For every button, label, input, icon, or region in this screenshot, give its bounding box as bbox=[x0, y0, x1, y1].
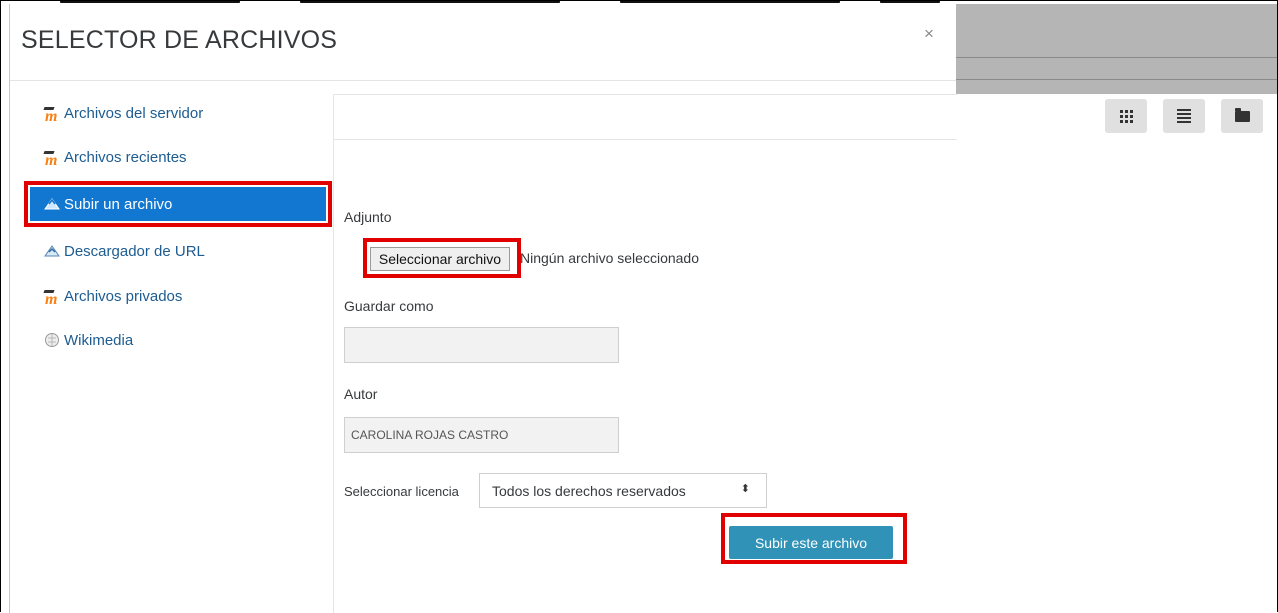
file-picker-dialog: SELECTOR DE ARCHIVOS × m Archivos del se… bbox=[9, 4, 1263, 613]
sidebar-item-label: Subir un archivo bbox=[64, 195, 173, 213]
sidebar-item-upload-file[interactable]: Subir un archivo bbox=[30, 187, 326, 221]
dialog-title: SELECTOR DE ARCHIVOS bbox=[21, 26, 338, 54]
url-download-icon bbox=[44, 243, 62, 259]
upload-icon bbox=[44, 196, 62, 212]
author-input[interactable]: CAROLINA ROJAS CASTRO bbox=[344, 417, 619, 453]
upload-file-button[interactable]: Subir este archivo bbox=[729, 526, 893, 559]
list-view-button[interactable] bbox=[1163, 99, 1205, 133]
select-arrows-icon: ⬍ bbox=[740, 483, 750, 495]
sidebar-item-server-files[interactable]: m Archivos del servidor bbox=[43, 102, 204, 125]
repository-sidebar: m Archivos del servidor m Archivos recie… bbox=[10, 81, 333, 613]
sidebar-item-label: Archivos del servidor bbox=[64, 104, 204, 122]
moodle-icon: m bbox=[43, 107, 58, 125]
grid-view-icon bbox=[1119, 109, 1133, 123]
folder-view-icon bbox=[1234, 107, 1250, 122]
background-page bbox=[955, 4, 1278, 613]
wikimedia-icon bbox=[44, 332, 62, 348]
dialog-header: SELECTOR DE ARCHIVOS × bbox=[10, 4, 956, 81]
grid-view-button[interactable] bbox=[1105, 99, 1147, 133]
sidebar-item-label: Archivos recientes bbox=[64, 148, 187, 166]
sidebar-item-label: Wikimedia bbox=[64, 331, 134, 349]
save-as-label: Guardar como bbox=[344, 298, 434, 314]
moodle-icon: m bbox=[43, 151, 58, 169]
license-select-value: Todos los derechos reservados bbox=[492, 482, 686, 499]
save-as-input[interactable] bbox=[344, 327, 619, 363]
author-label: Autor bbox=[344, 386, 378, 402]
sidebar-item-private-files[interactable]: m Archivos privados bbox=[43, 285, 183, 308]
choose-file-button[interactable]: Seleccionar archivo bbox=[370, 247, 510, 271]
file-status-text: Ningún archivo seleccionado bbox=[520, 250, 699, 266]
view-toolbar bbox=[334, 94, 1263, 140]
license-select[interactable]: Todos los derechos reservados ⬍ bbox=[479, 473, 767, 508]
sidebar-item-label: Archivos privados bbox=[64, 287, 183, 305]
sidebar-item-recent-files[interactable]: m Archivos recientes bbox=[43, 146, 187, 169]
sidebar-item-url-downloader[interactable]: Descargador de URL bbox=[44, 240, 205, 262]
sidebar-item-wikimedia[interactable]: Wikimedia bbox=[44, 329, 133, 351]
attachment-label: Adjunto bbox=[344, 209, 392, 225]
license-label: Seleccionar licencia bbox=[344, 484, 459, 499]
moodle-icon: m bbox=[43, 290, 58, 308]
list-view-icon bbox=[1177, 109, 1191, 123]
close-button[interactable]: × bbox=[924, 24, 934, 44]
folder-view-button[interactable] bbox=[1221, 99, 1263, 133]
sidebar-item-label: Descargador de URL bbox=[64, 242, 205, 260]
